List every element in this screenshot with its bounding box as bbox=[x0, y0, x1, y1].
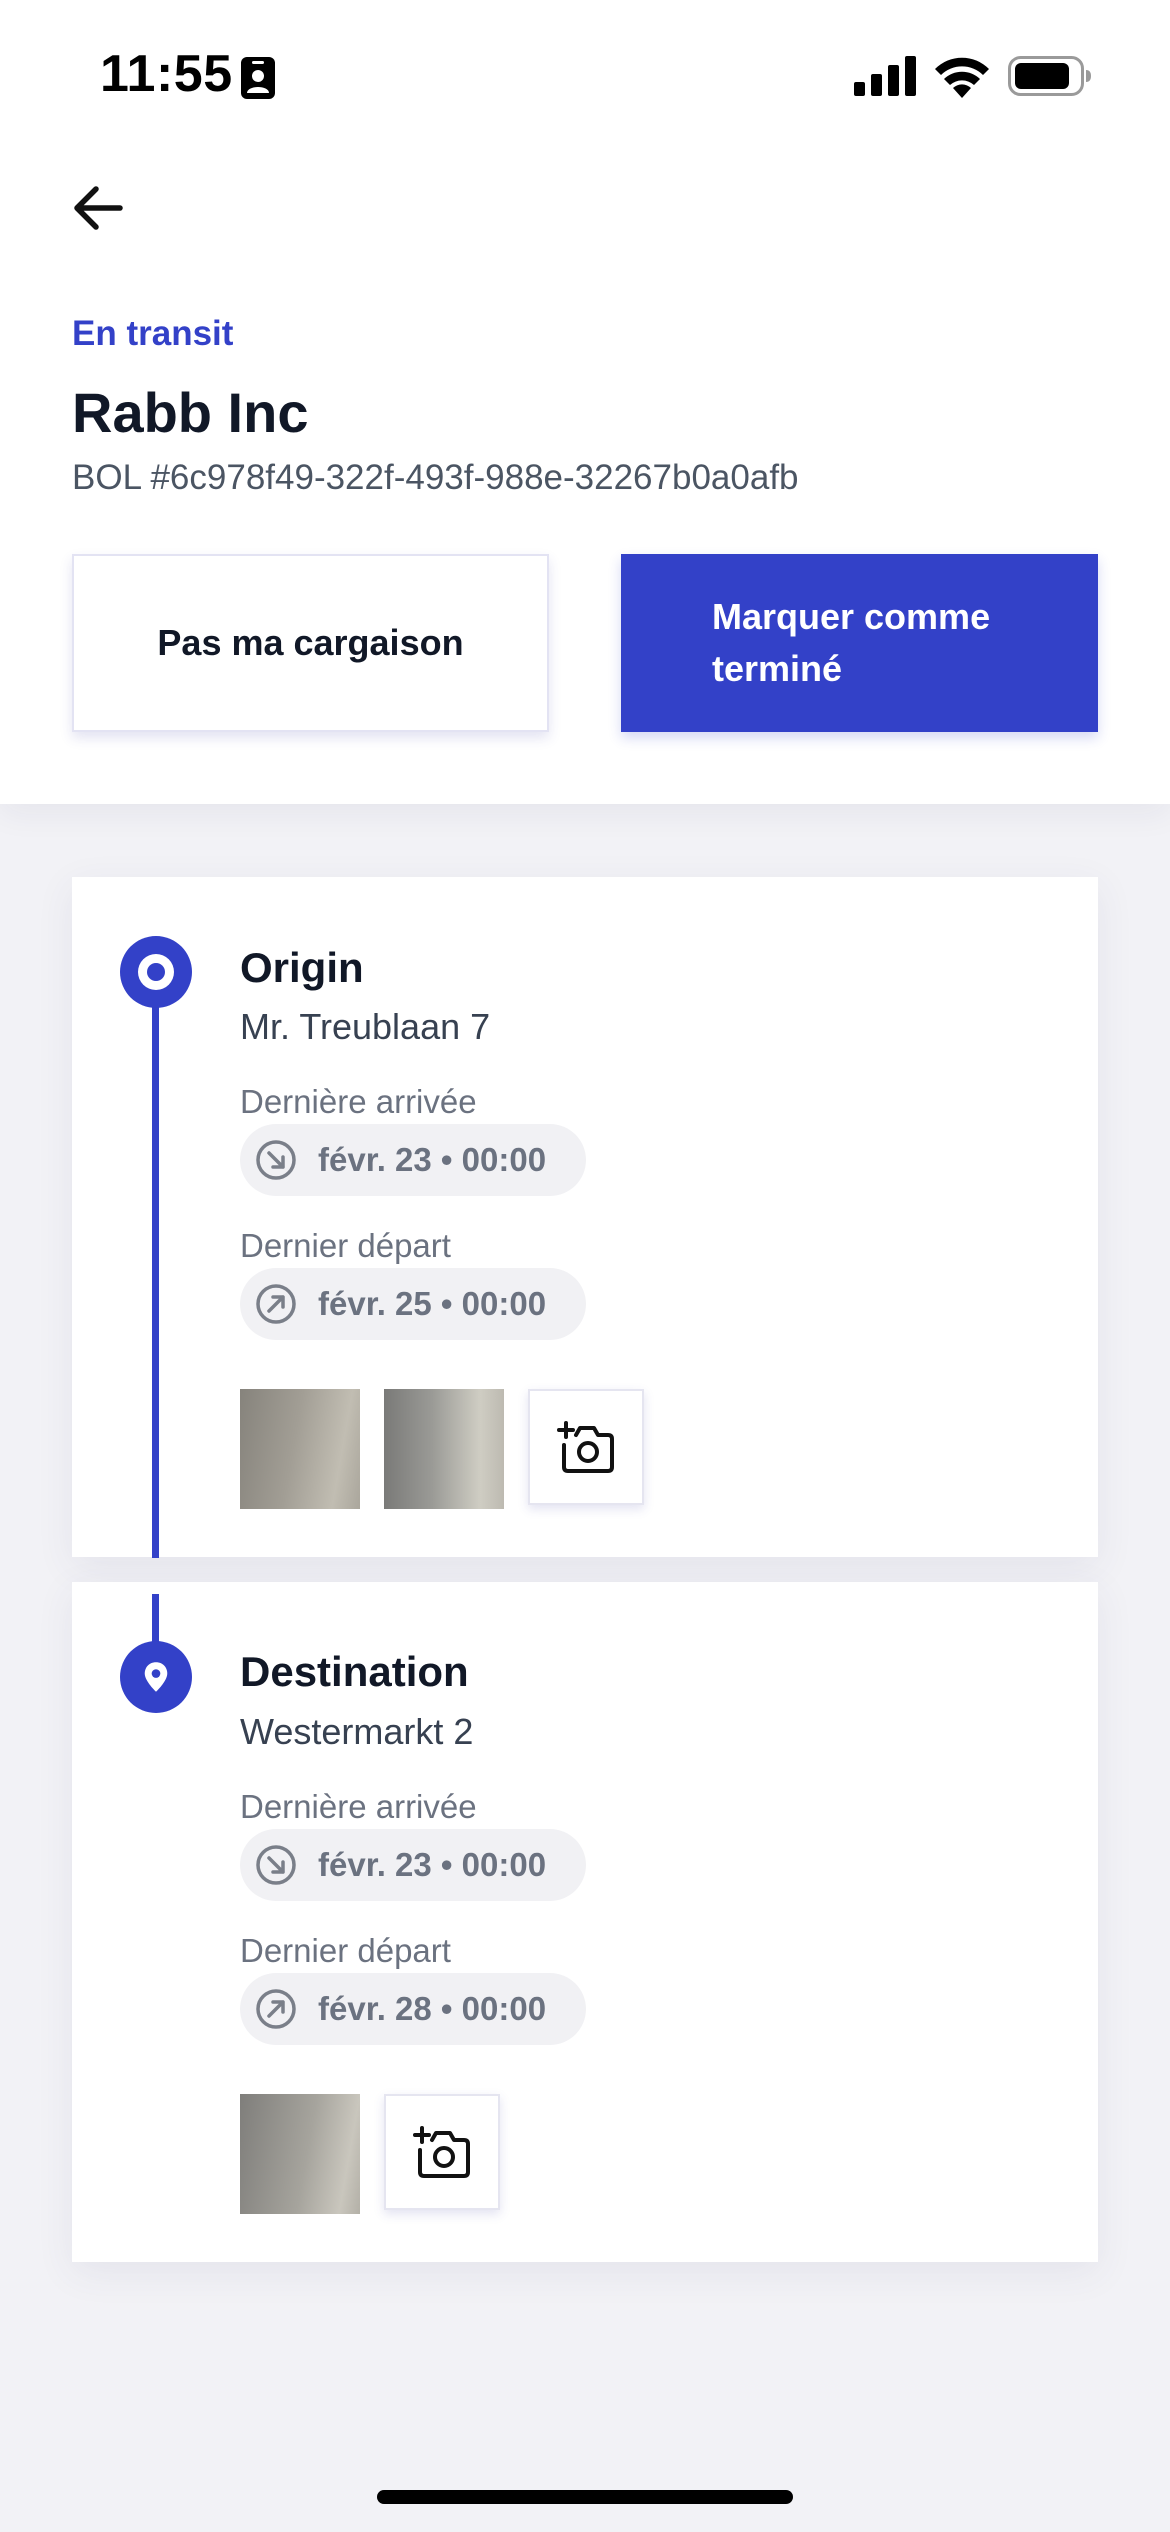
camera-plus-icon bbox=[413, 2126, 470, 2178]
origin-photo-thumbnail[interactable] bbox=[240, 1389, 360, 1509]
destination-add-photo-button[interactable] bbox=[384, 2094, 500, 2210]
bol-number: BOL #6c978f49-322f-493f-988e-32267b0a0af… bbox=[72, 458, 799, 497]
origin-departure-chip: févr. 25 • 00:00 bbox=[240, 1268, 586, 1340]
shipper-name: Rabb Inc bbox=[72, 381, 309, 444]
destination-departure-label: Dernier départ bbox=[240, 1932, 451, 1969]
status-bar: 11:55 bbox=[0, 0, 1170, 150]
destination-address: Westermarkt 2 bbox=[240, 1711, 474, 1752]
arrow-up-right-circle-icon bbox=[256, 1989, 296, 2029]
destination-departure-chip: févr. 28 • 00:00 bbox=[240, 1973, 586, 2045]
destination-stop-card bbox=[72, 1582, 1098, 2262]
destination-photo-thumbnail[interactable] bbox=[240, 2094, 360, 2214]
cellular-signal-icon bbox=[854, 56, 916, 96]
origin-ring-icon bbox=[120, 936, 192, 1008]
destination-arrival-chip: févr. 23 • 00:00 bbox=[240, 1829, 586, 1901]
arrow-down-right-circle-icon bbox=[256, 1845, 296, 1885]
origin-address: Mr. Treublaan 7 bbox=[240, 1006, 491, 1047]
origin-add-photo-button[interactable] bbox=[528, 1389, 644, 1505]
origin-photo-thumbnail[interactable] bbox=[384, 1389, 504, 1509]
origin-arrival-value: févr. 23 • 00:00 bbox=[318, 1141, 547, 1178]
destination-arrival-value: févr. 23 • 00:00 bbox=[318, 1846, 547, 1883]
wifi-icon bbox=[935, 57, 989, 98]
origin-departure-label: Dernier départ bbox=[240, 1227, 451, 1264]
destination-departure-value: févr. 28 • 00:00 bbox=[318, 1990, 547, 2027]
back-arrow-icon[interactable] bbox=[66, 176, 130, 240]
arrow-up-right-circle-icon bbox=[256, 1284, 296, 1324]
destination-title: Destination bbox=[240, 1648, 469, 1695]
destination-arrival-label: Dernière arrivée bbox=[240, 1788, 477, 1825]
camera-plus-icon bbox=[557, 1421, 614, 1473]
shipment-status-label: En transit bbox=[72, 314, 234, 353]
shipment-header: 11:55 En transit Rabb Inc BOL #6c978f49-… bbox=[0, 0, 1170, 804]
origin-departure-value: févr. 25 • 00:00 bbox=[318, 1285, 547, 1322]
battery-icon bbox=[1008, 56, 1091, 96]
timeline-line-destination bbox=[152, 1594, 159, 1644]
origin-title: Origin bbox=[240, 944, 364, 991]
home-indicator[interactable] bbox=[377, 2490, 793, 2504]
not-my-shipment-button[interactable]: Pas ma cargaison bbox=[72, 554, 549, 732]
location-pin-icon bbox=[120, 1641, 192, 1713]
arrow-down-right-circle-icon bbox=[256, 1140, 296, 1180]
origin-arrival-chip: févr. 23 • 00:00 bbox=[240, 1124, 586, 1196]
mark-complete-label: Marquer comme terminé bbox=[712, 596, 991, 689]
mark-complete-button[interactable]: Marquer comme terminé bbox=[621, 554, 1098, 732]
origin-arrival-label: Dernière arrivée bbox=[240, 1083, 477, 1120]
timeline-line-origin bbox=[152, 994, 159, 1558]
contact-card-icon bbox=[241, 57, 275, 99]
status-time: 11:55 bbox=[100, 45, 233, 103]
